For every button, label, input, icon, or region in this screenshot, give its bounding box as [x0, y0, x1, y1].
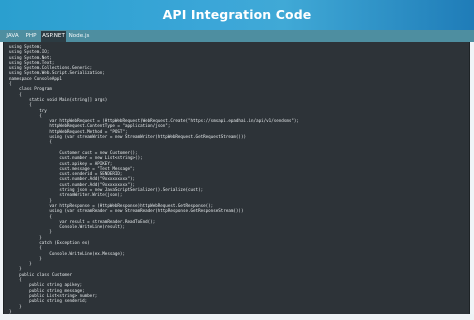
header-bar: API Integration Code: [0, 0, 474, 30]
page: API Integration Code JAVA PHP ASP.NET No…: [0, 0, 474, 320]
tab-java[interactable]: JAVA: [4, 31, 21, 42]
tab-aspnet[interactable]: ASP.NET: [41, 31, 66, 42]
bottom-strip: [0, 314, 474, 320]
tab-php[interactable]: PHP: [22, 31, 40, 42]
tab-nodejs[interactable]: Node.js: [67, 31, 91, 42]
code-panel: using System; using System.IO; using Syste…: [3, 42, 470, 314]
code-block: using System; using System.IO; using Syste…: [9, 44, 299, 314]
page-title: API Integration Code: [162, 7, 312, 22]
language-tab-bar: JAVA PHP ASP.NET Node.js: [0, 30, 474, 42]
